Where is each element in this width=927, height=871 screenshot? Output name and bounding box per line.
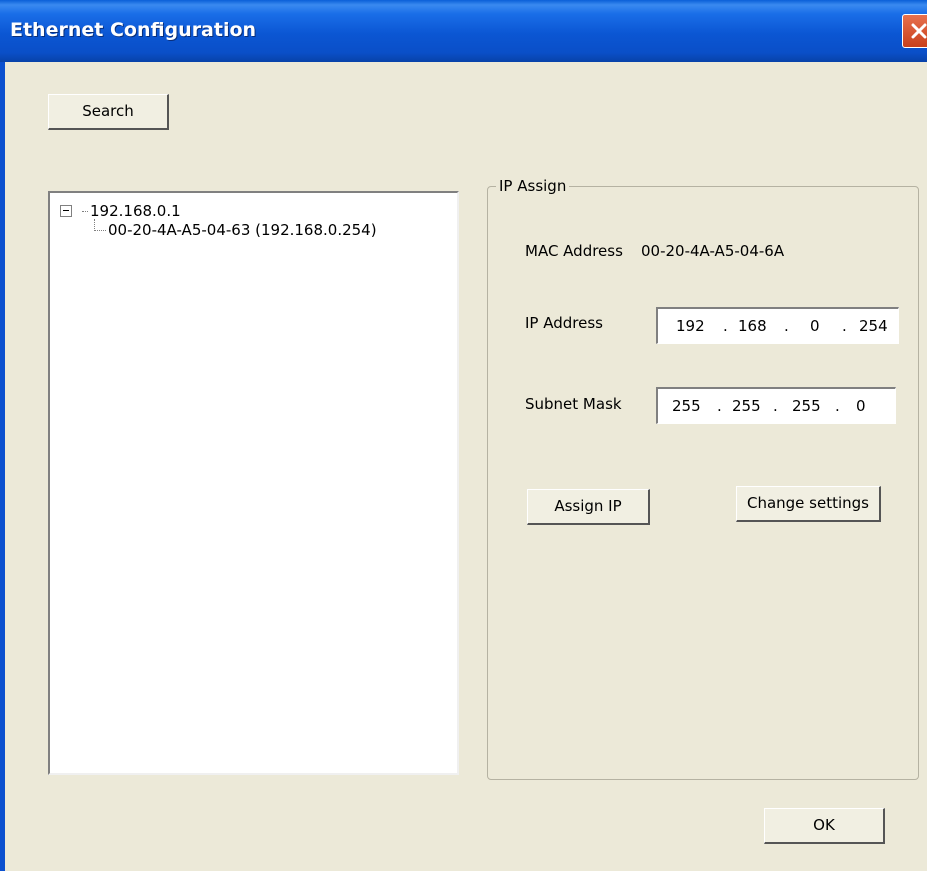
subnet-octet-3[interactable]: 255 <box>792 397 821 415</box>
close-button[interactable] <box>902 14 927 48</box>
close-icon <box>911 23 927 39</box>
window-title: Ethernet Configuration <box>10 19 257 41</box>
ip-assign-group <box>487 186 919 780</box>
window-border <box>0 62 5 871</box>
tree-connector <box>82 211 88 212</box>
tree-root-label: 192.168.0.1 <box>90 202 181 220</box>
subnet-mask-label: Subnet Mask <box>525 395 622 413</box>
ip-dot: . <box>723 317 728 335</box>
subnet-dot: . <box>773 397 778 415</box>
assign-ip-button[interactable]: Assign IP <box>527 489 650 525</box>
change-settings-button[interactable]: Change settings <box>736 486 881 522</box>
title-bar: Ethernet Configuration <box>0 0 927 62</box>
subnet-octet-1[interactable]: 255 <box>672 397 701 415</box>
tree-node-device[interactable]: 00-20-4A-A5-04-63 (192.168.0.254) <box>108 221 377 239</box>
ip-address-label: IP Address <box>525 314 603 332</box>
subnet-octet-2[interactable]: 255 <box>732 397 761 415</box>
ip-octet-1[interactable]: 192 <box>676 317 705 335</box>
subnet-octet-4[interactable]: 0 <box>856 397 866 415</box>
device-tree[interactable]: 192.168.0.1 00-20-4A-A5-04-63 (192.168.0… <box>48 191 459 775</box>
collapse-icon[interactable] <box>60 205 72 217</box>
search-button[interactable]: Search <box>48 94 169 130</box>
ip-assign-group-label: IP Assign <box>496 177 570 195</box>
mac-address-value: 00-20-4A-A5-04-6A <box>641 242 785 260</box>
subnet-mask-field[interactable]: 255 . 255 . 255 . 0 <box>656 387 896 424</box>
tree-connector <box>94 230 106 231</box>
ip-dot: . <box>842 317 847 335</box>
ip-octet-3[interactable]: 0 <box>810 317 820 335</box>
ip-dot: . <box>784 317 789 335</box>
ip-address-field[interactable]: 192 . 168 . 0 . 254 <box>656 307 899 344</box>
subnet-dot: . <box>717 397 722 415</box>
ip-octet-2[interactable]: 168 <box>738 317 767 335</box>
ok-button[interactable]: OK <box>764 808 885 844</box>
subnet-dot: . <box>835 397 840 415</box>
tree-connector <box>94 219 95 229</box>
mac-address-label: MAC Address <box>525 242 623 260</box>
ip-octet-4[interactable]: 254 <box>859 317 888 335</box>
